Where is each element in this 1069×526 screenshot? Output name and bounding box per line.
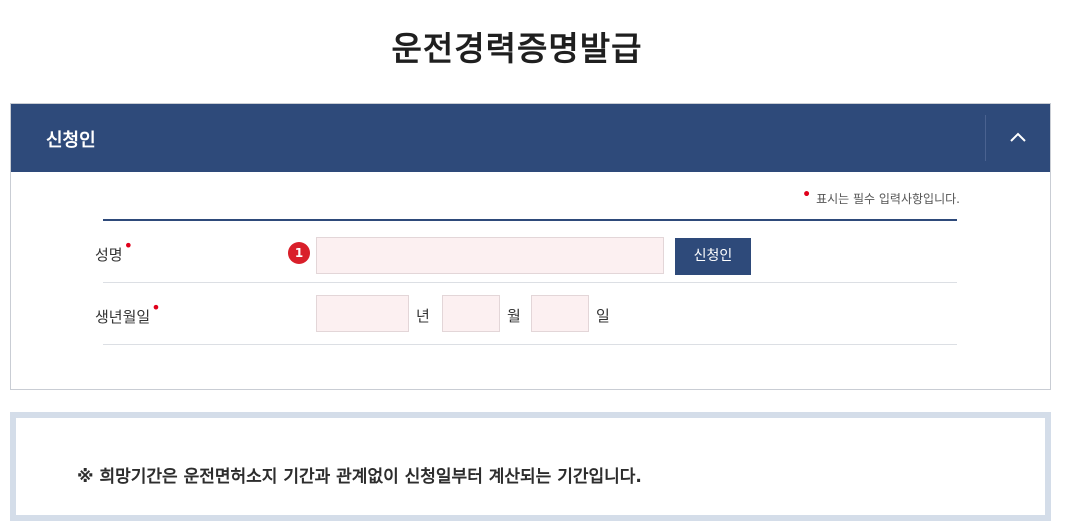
applicant-form: 성명• 1 신청인 생년월일• 년 월 일 — [95, 219, 957, 345]
required-note-text: 표시는 필수 입력사항입니다. — [816, 192, 960, 206]
form-row-birth: 생년월일• 년 월 일 — [95, 283, 957, 345]
page-title: 운전경력증명발급 — [391, 29, 643, 68]
chevron-up-icon — [1010, 132, 1026, 142]
name-input[interactable] — [316, 237, 664, 274]
form-row-name: 성명• 1 신청인 — [95, 221, 957, 283]
notice-box: ※ 희망기간은 운전면허소지 기간과 관계없이 신청일부터 계산되는 기간입니다… — [10, 412, 1051, 521]
birth-month-input[interactable] — [442, 295, 500, 332]
year-unit: 년 — [416, 307, 430, 325]
required-note: • 표시는 필수 입력사항입니다. — [802, 187, 960, 207]
required-marker: • — [151, 298, 161, 317]
day-unit: 일 — [596, 307, 610, 325]
month-unit: 월 — [507, 307, 521, 325]
step-badge: 1 — [288, 242, 310, 264]
birth-day-input[interactable] — [531, 295, 589, 332]
required-marker: • — [802, 187, 812, 203]
applicant-section: 신청인 • 표시는 필수 입력사항입니다. 성명• 1 신청인 생년월일• 년 월… — [10, 103, 1051, 390]
name-label: 성명• — [95, 236, 134, 264]
collapse-button[interactable] — [986, 104, 1050, 172]
birth-year-input[interactable] — [316, 295, 409, 332]
birthdate-label: 생년월일• — [95, 298, 161, 326]
required-marker: • — [123, 236, 134, 255]
section-title: 신청인 — [46, 130, 96, 151]
section-header: 신청인 — [11, 104, 1050, 172]
notice-text: ※ 희망기간은 운전면허소지 기간과 관계없이 신청일부터 계산되는 기간입니다… — [77, 467, 642, 487]
applicant-button[interactable]: 신청인 — [675, 238, 751, 275]
